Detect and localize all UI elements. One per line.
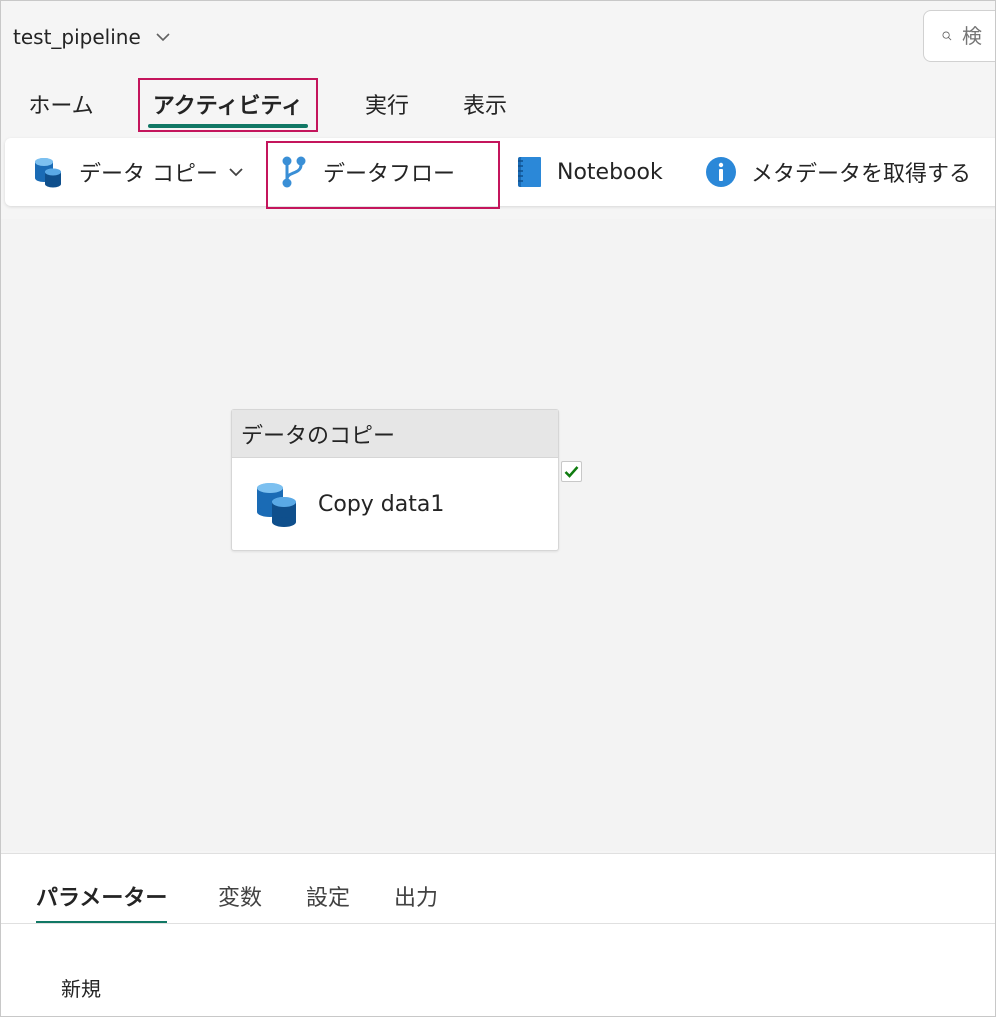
ribbon-tabs: ホーム アクティビティ 実行 表示 [1, 76, 995, 136]
dataflow-label: データフロー [323, 162, 456, 187]
dataflow-button[interactable]: データフロー [279, 138, 455, 206]
new-parameter-button[interactable]: 新規 [61, 972, 101, 1002]
tab-run[interactable]: 実行 [353, 76, 421, 132]
properties-panel: パラメーター 変数 設定 出力 新規 [1, 853, 995, 1016]
activity-category: データのコピー [232, 410, 558, 458]
activity-body: Copy data1 [232, 458, 558, 550]
pipeline-canvas[interactable]: データのコピー Copy data1 [1, 219, 995, 851]
pipeline-name-label: test_pipeline [13, 25, 141, 49]
chevron-down-icon [229, 168, 243, 177]
check-icon [564, 466, 579, 478]
search-box[interactable] [923, 10, 995, 62]
tab-run-label: 実行 [364, 94, 409, 119]
tab-home-label: ホーム [28, 94, 94, 119]
search-input[interactable] [962, 24, 995, 48]
tab-output-label: 出力 [394, 886, 439, 911]
app-window: test_pipeline ホーム アクティビティ 実行 表示 [0, 0, 996, 1017]
pipeline-name-dropdown[interactable]: test_pipeline [13, 23, 171, 51]
divider [1, 923, 995, 924]
database-icon [257, 483, 296, 527]
success-output-checkbox[interactable] [561, 461, 582, 482]
get-metadata-label: メタデータを取得する [751, 162, 972, 187]
chevron-down-icon [156, 33, 170, 42]
tab-activities-label: アクティビティ [152, 94, 304, 119]
info-icon [706, 157, 736, 187]
dataflow-icon [282, 156, 306, 188]
notebook-label: Notebook [557, 159, 663, 185]
copy-data-label: データ コピー [79, 162, 218, 187]
notebook-button[interactable]: Notebook [515, 138, 663, 206]
tab-home[interactable]: ホーム [15, 76, 107, 132]
notebook-icon [518, 157, 541, 187]
tab-parameters[interactable]: パラメーター [36, 872, 168, 924]
active-tab-indicator [148, 124, 308, 128]
copy-data-button[interactable]: データ コピー [31, 138, 244, 206]
tab-activities[interactable]: アクティビティ [138, 76, 318, 132]
tab-view[interactable]: 表示 [451, 76, 519, 132]
search-icon [942, 31, 952, 41]
activity-name: Copy data1 [318, 491, 445, 517]
tab-output[interactable]: 出力 [394, 872, 438, 920]
tab-settings-label: 設定 [306, 886, 351, 911]
title-bar: test_pipeline [1, 1, 995, 76]
tab-settings[interactable]: 設定 [306, 872, 350, 920]
new-parameter-label: 新規 [61, 976, 101, 1001]
tab-parameters-label: パラメーター [36, 886, 168, 911]
activities-toolbar: データ コピー データフロー Notebook メタデータを取得する [5, 138, 995, 209]
get-metadata-button[interactable]: メタデータを取得する [705, 138, 971, 206]
tab-variables[interactable]: 変数 [218, 872, 262, 920]
tab-variables-label: 変数 [218, 886, 263, 911]
copy-data-activity[interactable]: データのコピー Copy data1 [231, 409, 559, 551]
database-icon [35, 158, 61, 188]
tab-view-label: 表示 [462, 94, 507, 119]
